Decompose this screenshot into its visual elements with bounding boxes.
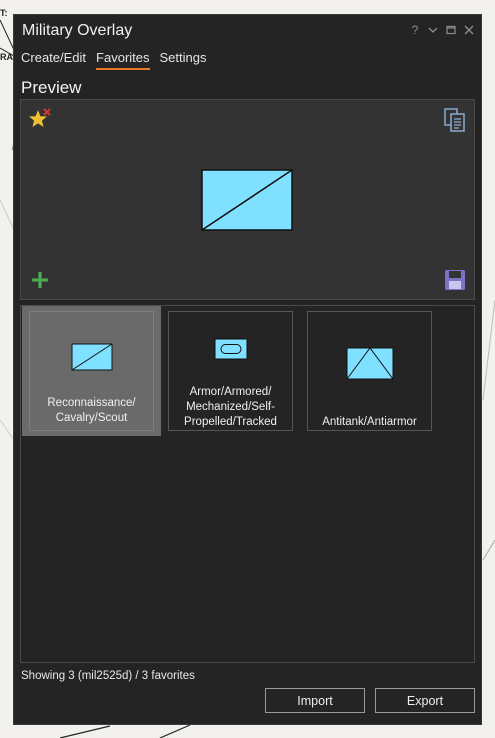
copy-icon[interactable] [444,108,466,132]
tab-favorites[interactable]: Favorites [96,50,150,70]
favorites-status: Showing 3 (mil2525d) / 3 favorites [21,670,195,682]
symbol-preview-reconnaissance [201,169,293,231]
tab-create-edit[interactable]: Create/Edit [21,50,86,70]
favorite-item-label: Propelled/Tracked [184,416,277,428]
tab-settings[interactable]: Settings [160,50,207,70]
help-icon[interactable]: ? [409,23,421,37]
chevron-down-icon[interactable] [427,23,439,37]
favorite-item-label: Reconnaissance/ [47,397,136,409]
preview-heading: Preview [21,78,82,97]
military-overlay-pane: Military Overlay ? Create/Edit Favorites… [13,14,482,725]
preview-area [20,99,475,300]
add-icon[interactable] [30,270,50,290]
import-button[interactable]: Import [265,688,365,713]
antitank-symbol-icon [346,347,394,380]
favorites-gallery: Reconnaissance/ Cavalry/Scout Armor/Armo… [20,305,475,663]
map-label: T: [0,8,8,18]
remove-favorite-star-icon[interactable] [28,107,52,131]
pane-titlebar[interactable]: Military Overlay ? [14,15,481,47]
export-button[interactable]: Export [375,688,475,713]
reconnaissance-symbol-icon [71,343,113,371]
favorite-item-label: Mechanized/Self- [186,401,275,413]
maximize-icon[interactable] [445,23,457,37]
save-icon[interactable] [444,269,466,291]
favorite-item-label: Antitank/Antiarmor [322,416,417,428]
armor-symbol-icon [214,338,248,360]
favorite-item[interactable]: Reconnaissance/ Cavalry/Scout [22,306,161,436]
map-label: RA [0,52,13,62]
favorite-item[interactable]: Antitank/Antiarmor [300,306,439,436]
favorite-item-label: Cavalry/Scout [55,412,128,424]
favorite-item-label: Armor/Armored/ [189,386,272,398]
tab-bar: Create/Edit Favorites Settings [21,50,207,70]
pane-title: Military Overlay [22,22,133,39]
close-icon[interactable] [463,23,475,37]
favorite-item[interactable]: Armor/Armored/ Mechanized/Self- Propelle… [161,306,300,436]
